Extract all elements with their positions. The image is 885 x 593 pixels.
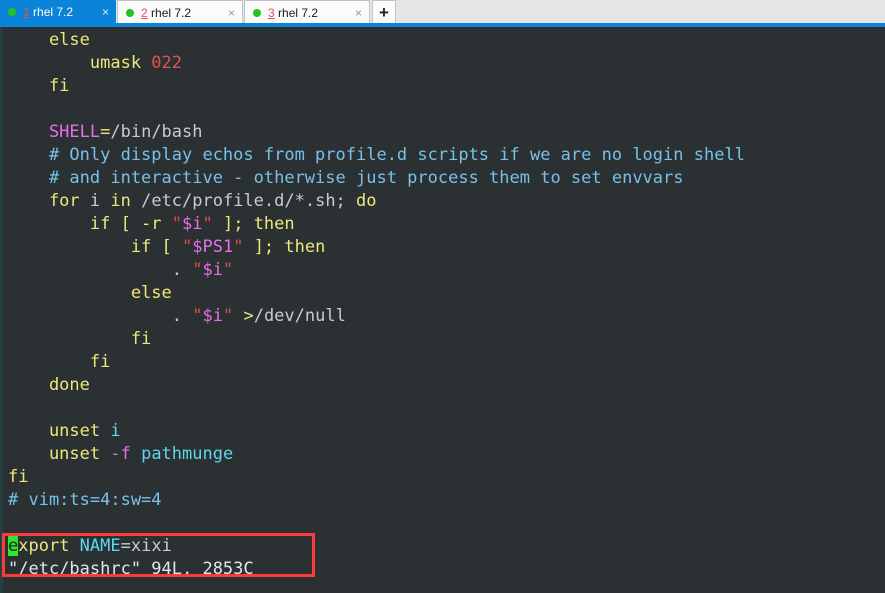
terminal-text-span: ": [233, 237, 244, 257]
terminal-line: else: [3, 29, 885, 52]
terminal-text-span: $PS1: [192, 237, 234, 257]
tab-bar: 1 rhel 7.2 × 2 rhel 7.2 × 3 rhel 7.2 × +: [0, 0, 885, 24]
terminal-text-span: else: [8, 283, 172, 303]
terminal-text-span: /dev/null: [253, 306, 346, 326]
terminal-text-span: else: [8, 30, 90, 50]
tab-2[interactable]: 2 rhel 7.2 ×: [117, 0, 243, 24]
terminal-text-span: =: [100, 122, 111, 142]
terminal-text-span: ": [202, 214, 213, 234]
tab-label: 2 rhel 7.2: [141, 6, 225, 20]
terminal-text-span: fi: [8, 329, 152, 349]
terminal-text-span: umask: [8, 53, 152, 73]
terminal-text-span: =xixi: [120, 536, 172, 556]
terminal-text-span: /etc/profile.d/*.sh;: [141, 191, 357, 211]
terminal-line: done: [3, 374, 885, 397]
tab-index: 3: [268, 5, 275, 20]
terminal-line: fi: [3, 351, 885, 374]
terminal-line: fi: [3, 466, 885, 489]
terminal-text-span: do: [356, 191, 377, 211]
tab-bar-empty-area: [396, 0, 885, 24]
terminal-line: unset i: [3, 420, 885, 443]
terminal-text-span: # and interactive - otherwise just proce…: [8, 168, 684, 188]
terminal-text-span: xport: [18, 536, 80, 556]
terminal-text-span: fi: [8, 76, 70, 96]
terminal-line: # vim:ts=4:sw=4: [3, 489, 885, 512]
terminal-text-span: if [: [8, 237, 182, 257]
terminal-line: umask 022: [3, 52, 885, 75]
terminal-text-span: ": [182, 237, 193, 257]
terminal-text-span: ": [192, 260, 203, 280]
tab-title: rhel 7.2: [274, 5, 319, 20]
terminal-text-span: done: [8, 375, 90, 395]
tab-3[interactable]: 3 rhel 7.2 ×: [244, 0, 370, 24]
terminal-text-span: for: [8, 191, 90, 211]
terminal-text-span: ]; then: [212, 214, 295, 234]
terminal-text-span: ": [171, 214, 183, 234]
terminal-text-span: /bin/bash: [110, 122, 203, 142]
terminal-text-span: -f: [110, 444, 142, 464]
terminal-text-span: i: [89, 191, 111, 211]
tab-index: 1: [23, 5, 30, 19]
terminal-line: "/etc/bashrc" 94L, 2853C: [3, 558, 885, 581]
terminal-text-span: in: [110, 191, 142, 211]
terminal-line: SHELL=/bin/bash: [3, 121, 885, 144]
close-icon[interactable]: ×: [99, 6, 112, 18]
terminal-text-span: SHELL: [8, 122, 101, 142]
close-icon[interactable]: ×: [225, 7, 238, 19]
terminal-text-span: fi: [8, 467, 29, 487]
terminal-text-span: ": [222, 306, 234, 326]
terminal-text-span: >: [233, 306, 254, 326]
terminal-line: if [ "$PS1" ]; then: [3, 236, 885, 259]
terminal-text-span: .: [8, 306, 193, 326]
green-dot-icon: [253, 8, 261, 17]
tab-label: 3 rhel 7.2: [268, 6, 352, 20]
green-dot-icon: [8, 8, 16, 16]
terminal-line: . "$i": [3, 259, 885, 282]
terminal-text-span: ": [192, 306, 203, 326]
terminal-text-span: # Only display echos from profile.d scri…: [8, 145, 745, 165]
terminal-line: else: [3, 282, 885, 305]
terminal-text-span: pathmunge: [141, 444, 234, 464]
terminal-text-span: NAME: [79, 536, 121, 556]
terminal-pane[interactable]: else umask 022 fi SHELL=/bin/bash # Only…: [0, 27, 885, 593]
terminal-line: if [ -r "$i" ]; then: [3, 213, 885, 236]
terminal-line: . "$i" >/dev/null: [3, 305, 885, 328]
terminal-line: for i in /etc/profile.d/*.sh; do: [3, 190, 885, 213]
green-dot-icon: [126, 8, 134, 17]
terminal-text-span: $i: [182, 214, 203, 234]
terminal-text-span: $i: [202, 260, 223, 280]
terminal-line: unset -f pathmunge: [3, 443, 885, 466]
terminal-line: # and interactive - otherwise just proce…: [3, 167, 885, 190]
terminal-line: fi: [3, 328, 885, 351]
terminal-line: export NAME=xixi: [3, 535, 885, 558]
tab-label: 1 rhel 7.2: [23, 5, 99, 19]
terminal-text-span: .: [8, 260, 193, 280]
terminal-line: fi: [3, 75, 885, 98]
terminal-text-span: if [ -r: [8, 214, 172, 234]
tab-index: 2: [141, 5, 148, 20]
terminal-text-span: unset: [8, 421, 111, 441]
terminal-text-span: ]; then: [243, 237, 326, 257]
terminal-text-span: fi: [8, 352, 111, 372]
terminal-text-span: ": [222, 260, 234, 280]
text-cursor: e: [8, 536, 19, 556]
terminal-screen[interactable]: else umask 022 fi SHELL=/bin/bash # Only…: [3, 27, 885, 581]
terminal-line: # Only display echos from profile.d scri…: [3, 144, 885, 167]
terminal-text-span: i: [110, 421, 121, 441]
terminal-text-span: # vim:ts=4:sw=4: [8, 490, 162, 510]
tab-title: rhel 7.2: [147, 5, 192, 20]
new-tab-button[interactable]: +: [372, 0, 396, 24]
tab-title: rhel 7.2: [29, 5, 74, 19]
close-icon[interactable]: ×: [352, 7, 365, 19]
terminal-text-span: 022: [151, 53, 183, 73]
tab-1[interactable]: 1 rhel 7.2 ×: [0, 0, 116, 24]
terminal-text-span: $i: [202, 306, 223, 326]
terminal-text-span: unset: [8, 444, 111, 464]
terminal-text-span: "/etc/bashrc" 94L, 2853C: [8, 559, 254, 579]
